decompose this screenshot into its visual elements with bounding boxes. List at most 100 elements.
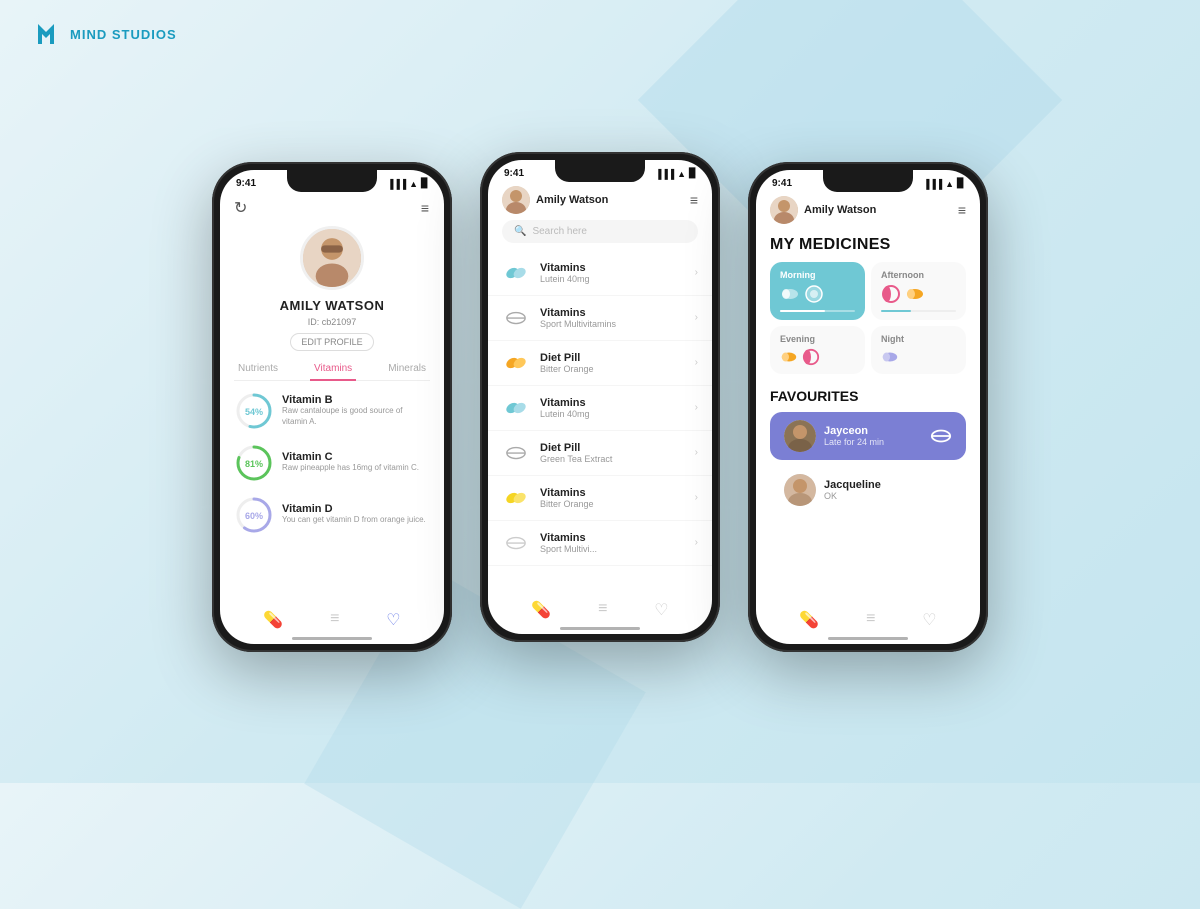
phone-3-menu-icon[interactable]: ≡ — [958, 202, 966, 218]
fav-pill-icon — [930, 425, 952, 447]
vitamin-b-name: Vitamin B — [282, 394, 430, 406]
jacqueline-info: Jacqueline OK — [824, 479, 952, 501]
user-header: Amily Watson — [770, 196, 876, 224]
phone-3: 9:41 ▐▐▐ ▲ ▉ Amily — [748, 162, 988, 652]
morning-progress — [780, 310, 855, 312]
med-info: Vitamins Lutein 40mg — [540, 397, 685, 419]
nav-heart-icon[interactable]: ♡ — [386, 610, 400, 630]
phone-3-user-name: Amily Watson — [804, 204, 876, 216]
profile-id: ID: cb21097 — [308, 317, 357, 327]
evening-pill-1 — [780, 348, 798, 366]
evening-pill-2 — [802, 348, 820, 366]
medicine-item[interactable]: Vitamins Lutein 40mg › — [488, 251, 712, 296]
phone-2-menu-icon[interactable]: ≡ — [690, 192, 698, 208]
afternoon-progress-fill — [881, 310, 911, 312]
phone-1-content: ↻ ≡ AMILY WATSON ID: cb21097 — [220, 192, 444, 535]
phone-1: 9:41 ▐▐▐ ▲ ▉ ↻ ≡ — [212, 162, 452, 652]
medicine-item[interactable]: Vitamins Bitter Orange › — [488, 476, 712, 521]
wifi-icon: ▲ — [677, 169, 686, 179]
phone-1-time: 9:41 — [236, 178, 256, 189]
profile-section: AMILY WATSON ID: cb21097 EDIT PROFILE — [234, 226, 430, 351]
med-name: Vitamins — [540, 397, 685, 409]
phone-3-time: 9:41 — [772, 178, 792, 189]
nav-list-icon[interactable]: ≡ — [598, 600, 607, 620]
chevron-icon: › — [695, 312, 698, 323]
phone-1-notch — [287, 170, 377, 192]
vitamin-list: 54% Vitamin B Raw cantaloupe is good sou… — [234, 391, 430, 535]
morning-progress-fill — [780, 310, 825, 312]
phone-1-header: ↻ ≡ — [234, 192, 430, 226]
vitamin-c-info: Vitamin C Raw pineapple has 16mg of vita… — [282, 451, 430, 473]
logo-text: MIND STUDIOS — [70, 27, 177, 42]
medicine-item[interactable]: Diet Pill Bitter Orange › — [488, 341, 712, 386]
medicine-item[interactable]: Vitamins Sport Multivi... › — [488, 521, 712, 566]
med-name: Vitamins — [540, 532, 685, 544]
schedule-afternoon[interactable]: Afternoon — [871, 262, 966, 320]
medicine-item[interactable]: Diet Pill Green Tea Extract › — [488, 431, 712, 476]
medicine-item[interactable]: Vitamins Lutein 40mg › — [488, 386, 712, 431]
signal-icon: ▐▐▐ — [923, 179, 942, 189]
svg-text:81%: 81% — [245, 459, 263, 469]
phone-2-time: 9:41 — [504, 168, 524, 179]
med-sub: Lutein 40mg — [540, 409, 685, 419]
schedule-evening[interactable]: Evening — [770, 326, 865, 374]
phone-2-screen: 9:41 ▐▐▐ ▲ ▉ Amily — [488, 160, 712, 634]
med-info: Vitamins Sport Multivi... — [540, 532, 685, 554]
med-info: Diet Pill Green Tea Extract — [540, 442, 685, 464]
menu-icon[interactable]: ≡ — [421, 200, 430, 216]
phone-2-home-bar — [560, 627, 640, 630]
vitamin-b-info: Vitamin B Raw cantaloupe is good source … — [282, 394, 430, 427]
phone-2-header: Amily Watson ≡ — [488, 182, 712, 220]
nav-pills-icon[interactable]: 💊 — [263, 610, 283, 630]
jayceon-avatar-img — [784, 420, 816, 452]
favourite-item-jacqueline[interactable]: Jacqueline OK — [770, 466, 966, 514]
vitamin-d-info: Vitamin D You can get vitamin D from ora… — [282, 503, 430, 525]
pill-icon-outline — [505, 532, 527, 554]
chevron-icon: › — [695, 357, 698, 368]
tab-nutrients[interactable]: Nutrients — [234, 361, 282, 376]
vitamin-b-desc: Raw cantaloupe is good source of vitamin… — [282, 406, 430, 427]
phone-2-user-name: Amily Watson — [536, 194, 608, 206]
med-pill-icon — [502, 304, 530, 332]
phone-1-status-icons: ▐▐▐ ▲ ▉ — [387, 178, 428, 189]
nav-pills-icon[interactable]: 💊 — [531, 600, 551, 620]
phone-1-bottom-nav: 💊 ≡ ♡ — [220, 610, 444, 630]
chevron-icon: › — [695, 402, 698, 413]
nav-heart-icon[interactable]: ♡ — [654, 600, 668, 620]
chevron-icon: › — [695, 447, 698, 458]
logo-icon — [30, 18, 62, 50]
search-bar[interactable]: 🔍 Search here — [502, 220, 698, 243]
jayceon-info: Jayceon Late for 24 min — [824, 425, 922, 447]
nav-heart-icon[interactable]: ♡ — [922, 610, 936, 630]
nav-pills-icon[interactable]: 💊 — [799, 610, 819, 630]
med-pill-icon — [502, 349, 530, 377]
logo-area: MIND STUDIOS — [30, 18, 177, 50]
user-avatar-img — [502, 186, 530, 214]
schedule-morning[interactable]: Morning — [770, 262, 865, 320]
signal-icon: ▐▐▐ — [387, 179, 406, 189]
favourite-item-jayceon[interactable]: Jayceon Late for 24 min — [770, 412, 966, 460]
med-info: Vitamins Lutein 40mg — [540, 262, 685, 284]
nav-list-icon[interactable]: ≡ — [866, 610, 875, 630]
refresh-icon[interactable]: ↻ — [234, 198, 247, 218]
morning-pills — [780, 284, 855, 304]
vitamin-c-progress: 81% — [234, 443, 274, 483]
medicine-list: Vitamins Lutein 40mg › Vitamins — [488, 251, 712, 566]
tab-vitamins[interactable]: Vitamins — [310, 361, 356, 381]
nav-list-icon[interactable]: ≡ — [330, 610, 339, 630]
user-header: Amily Watson — [502, 186, 608, 214]
morning-pill-1 — [780, 284, 800, 304]
wifi-icon: ▲ — [409, 179, 418, 189]
tab-minerals[interactable]: Minerals — [384, 361, 430, 376]
pill-icon-teal — [505, 262, 527, 284]
vitamin-c-name: Vitamin C — [282, 451, 430, 463]
vitamin-item: 81% Vitamin C Raw pineapple has 16mg of … — [234, 443, 430, 483]
med-info: Diet Pill Bitter Orange — [540, 352, 685, 374]
avatar — [300, 226, 364, 290]
edit-profile-button[interactable]: EDIT PROFILE — [290, 333, 373, 351]
vitamin-d-desc: You can get vitamin D from orange juice. — [282, 515, 430, 525]
user-avatar — [770, 196, 798, 224]
schedule-night[interactable]: Night — [871, 326, 966, 374]
medicine-item[interactable]: Vitamins Sport Multivitamins › — [488, 296, 712, 341]
battery-icon: ▉ — [421, 178, 428, 189]
